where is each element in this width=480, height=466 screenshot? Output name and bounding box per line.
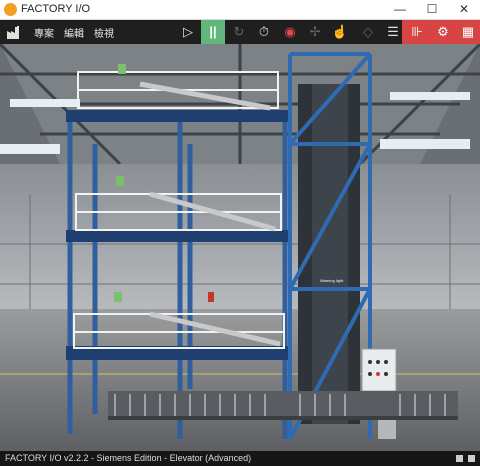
timer-icon[interactable]: ⏱ [252,20,276,44]
factory-scene: Warning light [0,44,480,451]
menu-project[interactable]: 專案 [34,25,54,40]
layout-icon[interactable] [468,455,475,462]
roller-conveyor [108,391,458,420]
hand-icon[interactable]: ☝ [328,20,352,44]
view-icon[interactable] [456,455,463,462]
maximize-button[interactable]: ☐ [416,0,448,19]
factory-icon[interactable] [6,24,22,40]
fan-icon[interactable]: ✢ [303,20,327,44]
drivers-icon[interactable]: ⚙ [431,20,455,44]
app-logo-icon [4,3,17,16]
minimize-button[interactable]: — [384,0,416,19]
elevator-tower: Warning light [288,52,372,440]
diamond-icon[interactable]: ◇ [356,20,380,44]
status-text: FACTORY I/O v2.2.2 - Siemens Edition - E… [5,453,252,463]
grid-icon[interactable]: ▦ [456,20,480,44]
viewport-3d[interactable]: Warning light [0,44,480,451]
menu-view[interactable]: 檢視 [94,25,114,40]
play-icon[interactable]: ▷ [176,20,200,44]
close-button[interactable]: ✕ [448,0,480,19]
title-bar: FACTORY I/O — ☐ ✕ [0,0,480,20]
pause-icon[interactable]: || [201,20,225,44]
record-icon[interactable]: ◉ [278,20,302,44]
reset-icon[interactable]: ↻ [227,20,251,44]
io-icon[interactable]: ⊪ [405,20,429,44]
status-bar: FACTORY I/O v2.2.2 - Siemens Edition - E… [0,451,480,466]
menu-edit[interactable]: 編輯 [64,25,84,40]
window-title: FACTORY I/O [21,3,91,15]
warning-light-sign: Warning light [320,278,344,283]
